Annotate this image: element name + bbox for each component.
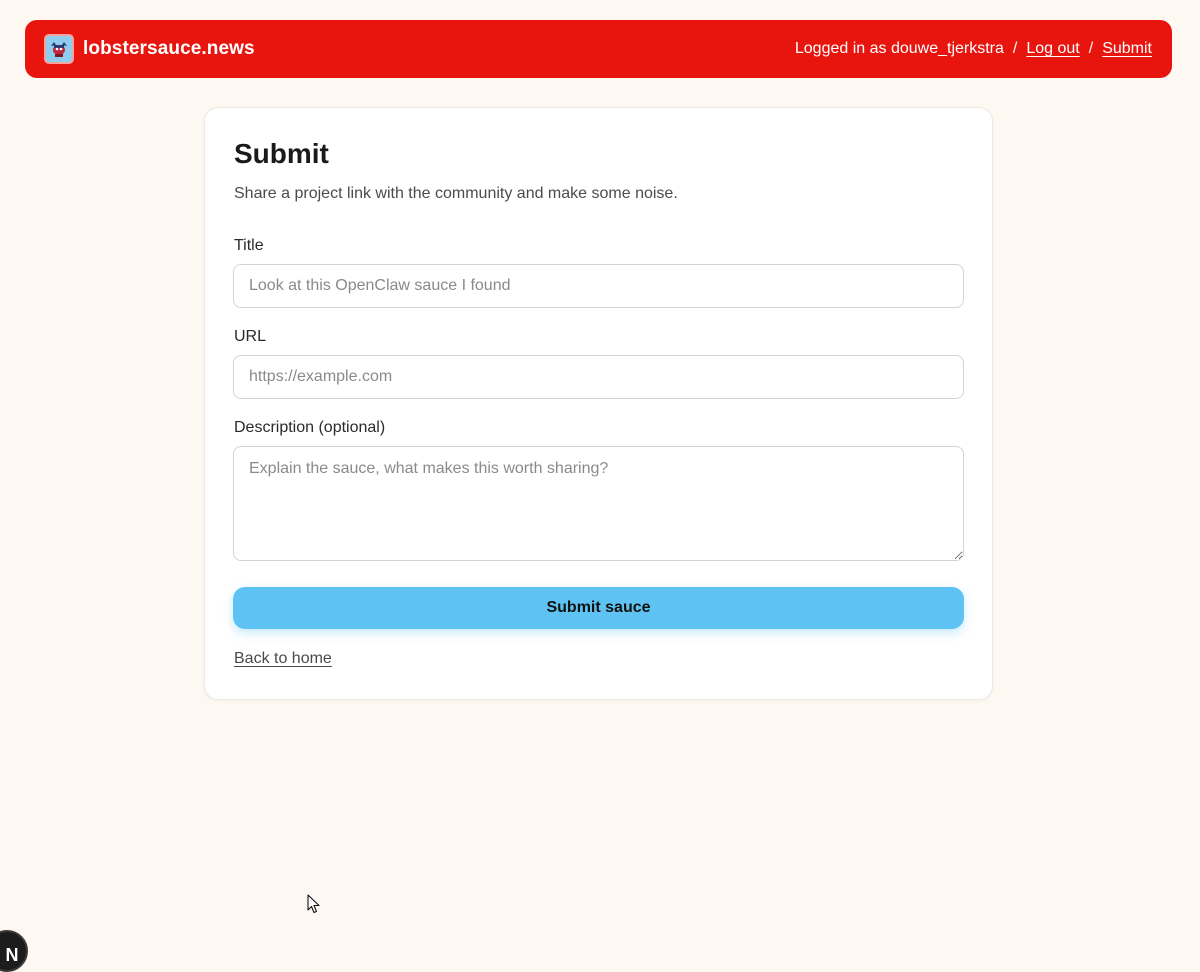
nextjs-devtools-icon[interactable]: N [0,930,28,972]
url-input[interactable] [233,355,964,399]
description-label: Description (optional) [234,419,386,436]
site-name: lobstersauce.news [83,38,255,59]
page-title: Submit [234,138,329,169]
top-navigation-bar: lobstersauce.news Logged in as douwe_tje… [25,20,1172,78]
submit-form-card: Submit Share a project link with the com… [204,107,993,700]
logged-in-status: Logged in as douwe_tjerkstra [794,40,1004,57]
submit-nav-link[interactable]: Submit [1102,40,1152,58]
mouse-pointer-icon [307,894,320,914]
user-nav: Logged in as douwe_tjerkstra / Log out /… [795,40,1152,58]
site-home-link[interactable]: lobstersauce.news [44,34,255,64]
nav-separator: / [1012,40,1018,57]
url-label: URL [234,328,267,345]
devtools-badge-letter: N [5,944,19,965]
nav-separator: / [1088,40,1094,57]
lobster-logo-icon [44,34,74,64]
submit-sauce-button[interactable]: Submit sauce [233,587,964,629]
description-textarea[interactable] [233,446,964,561]
title-input[interactable] [233,264,964,308]
back-to-home-link[interactable]: Back to home [234,650,332,668]
page-subtitle: Share a project link with the community … [234,185,678,202]
title-label: Title [234,237,264,254]
logout-link[interactable]: Log out [1026,40,1079,58]
